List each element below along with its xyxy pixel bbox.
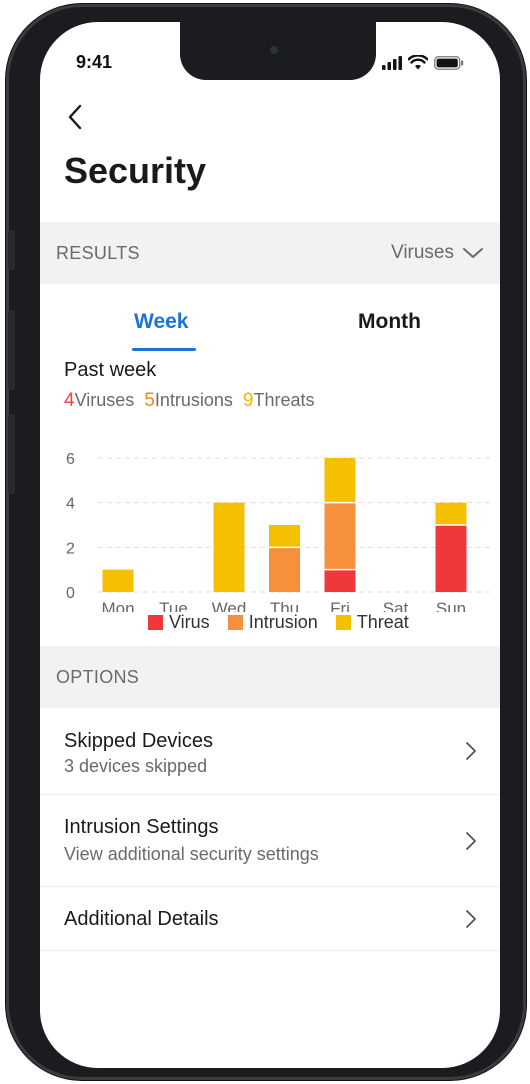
bar-threat-mon	[102, 569, 134, 592]
bar-threat-wed	[213, 502, 245, 592]
x-tick-label-mon: Mon	[101, 599, 134, 612]
bar-threat-sun	[435, 502, 467, 525]
period-label: Past week	[64, 359, 157, 381]
intrusion-count: 5	[144, 390, 155, 411]
weekly-results-chart: 0 2 4 6 Mon Tue Wed Thu Fri Sat Sun	[66, 451, 490, 612]
legend-swatch	[335, 615, 351, 630]
option-title: Skipped Devices	[64, 730, 213, 752]
bar-intrusion-thu	[269, 547, 300, 592]
bar-intrusion-fri	[324, 502, 356, 570]
legend-swatch	[148, 615, 163, 630]
results-header: RESULTS Viruses	[40, 222, 500, 284]
screen: 9:41 Security RESULTS Viruses Week Month…	[40, 22, 500, 1068]
back-icon[interactable]	[64, 102, 88, 132]
chevron-right-icon	[466, 832, 476, 850]
option-title: Additional Details	[64, 908, 219, 930]
legend-swatch	[227, 615, 243, 630]
y-tick-label: 2	[66, 540, 75, 557]
option-intrusion-settings[interactable]: Intrusion Settings View additional secur…	[40, 794, 500, 887]
wifi-icon	[408, 55, 428, 70]
y-tick-label: 6	[66, 451, 75, 468]
bar-virus-sun	[435, 525, 467, 592]
option-subtitle: 3 devices skipped	[64, 756, 208, 776]
virus-count-label: Viruses	[74, 390, 135, 410]
chevron-right-icon	[466, 742, 476, 760]
status-time: 9:41	[76, 52, 113, 72]
filter-value: Viruses	[390, 242, 454, 263]
status-icons	[382, 55, 464, 70]
option-subtitle: View additional security settings	[64, 844, 319, 864]
threat-count-label: Threats	[253, 390, 315, 410]
notch	[180, 22, 376, 80]
options-label: OPTIONS	[56, 666, 140, 687]
bar-virus-fri	[324, 569, 356, 592]
chevron-right-icon	[466, 910, 476, 928]
chevron-down-icon	[463, 248, 483, 258]
results-filter-dropdown[interactable]: Viruses	[391, 242, 484, 264]
volume-down-button	[8, 414, 15, 494]
x-tick-label-sat: Sat	[383, 599, 409, 612]
y-tick-label: 4	[66, 496, 75, 513]
virus-count: 4	[64, 390, 75, 411]
bar-threat-thu	[269, 525, 300, 548]
page-title: Security	[64, 150, 207, 191]
volume-up-button	[8, 310, 15, 390]
mute-switch	[8, 230, 15, 270]
signal-icon	[382, 55, 402, 70]
tab-week[interactable]: Week	[134, 310, 188, 334]
x-tick-label-thu: Thu	[270, 599, 299, 612]
option-skipped-devices[interactable]: Skipped Devices 3 devices skipped	[40, 708, 500, 795]
results-summary: 4Viruses 5Intrusions 9Threats	[64, 390, 315, 412]
option-additional-details[interactable]: Additional Details	[40, 886, 500, 951]
intrusion-count-label: Intrusions	[154, 390, 233, 410]
legend-item-threat: Threat	[335, 612, 409, 633]
battery-icon	[434, 55, 464, 70]
results-label: RESULTS	[56, 242, 140, 263]
tab-active-indicator	[132, 348, 196, 351]
legend-label: Threat	[356, 612, 409, 632]
x-tick-label-fri: Fri	[330, 599, 350, 612]
front-camera	[270, 46, 278, 54]
phone-frame: 9:41 Security RESULTS Viruses Week Month…	[6, 4, 526, 1080]
option-title: Intrusion Settings	[64, 816, 219, 838]
bar-threat-fri	[324, 458, 356, 503]
legend-item-intrusion: Intrusion	[227, 612, 318, 633]
threat-count: 9	[242, 390, 254, 411]
options-header: OPTIONS	[40, 646, 500, 708]
x-tick-label-wed: Wed	[212, 599, 247, 612]
legend-label: Virus	[169, 612, 210, 632]
x-tick-label-tue: Tue	[159, 599, 188, 612]
y-tick-label: 0	[66, 585, 75, 602]
chart-legend: Virus Intrusion Threat	[148, 612, 409, 633]
legend-item-virus: Virus	[148, 612, 210, 633]
x-tick-label-sun: Sun	[436, 599, 466, 612]
tab-month[interactable]: Month	[358, 310, 421, 334]
legend-label: Intrusion	[248, 612, 318, 632]
